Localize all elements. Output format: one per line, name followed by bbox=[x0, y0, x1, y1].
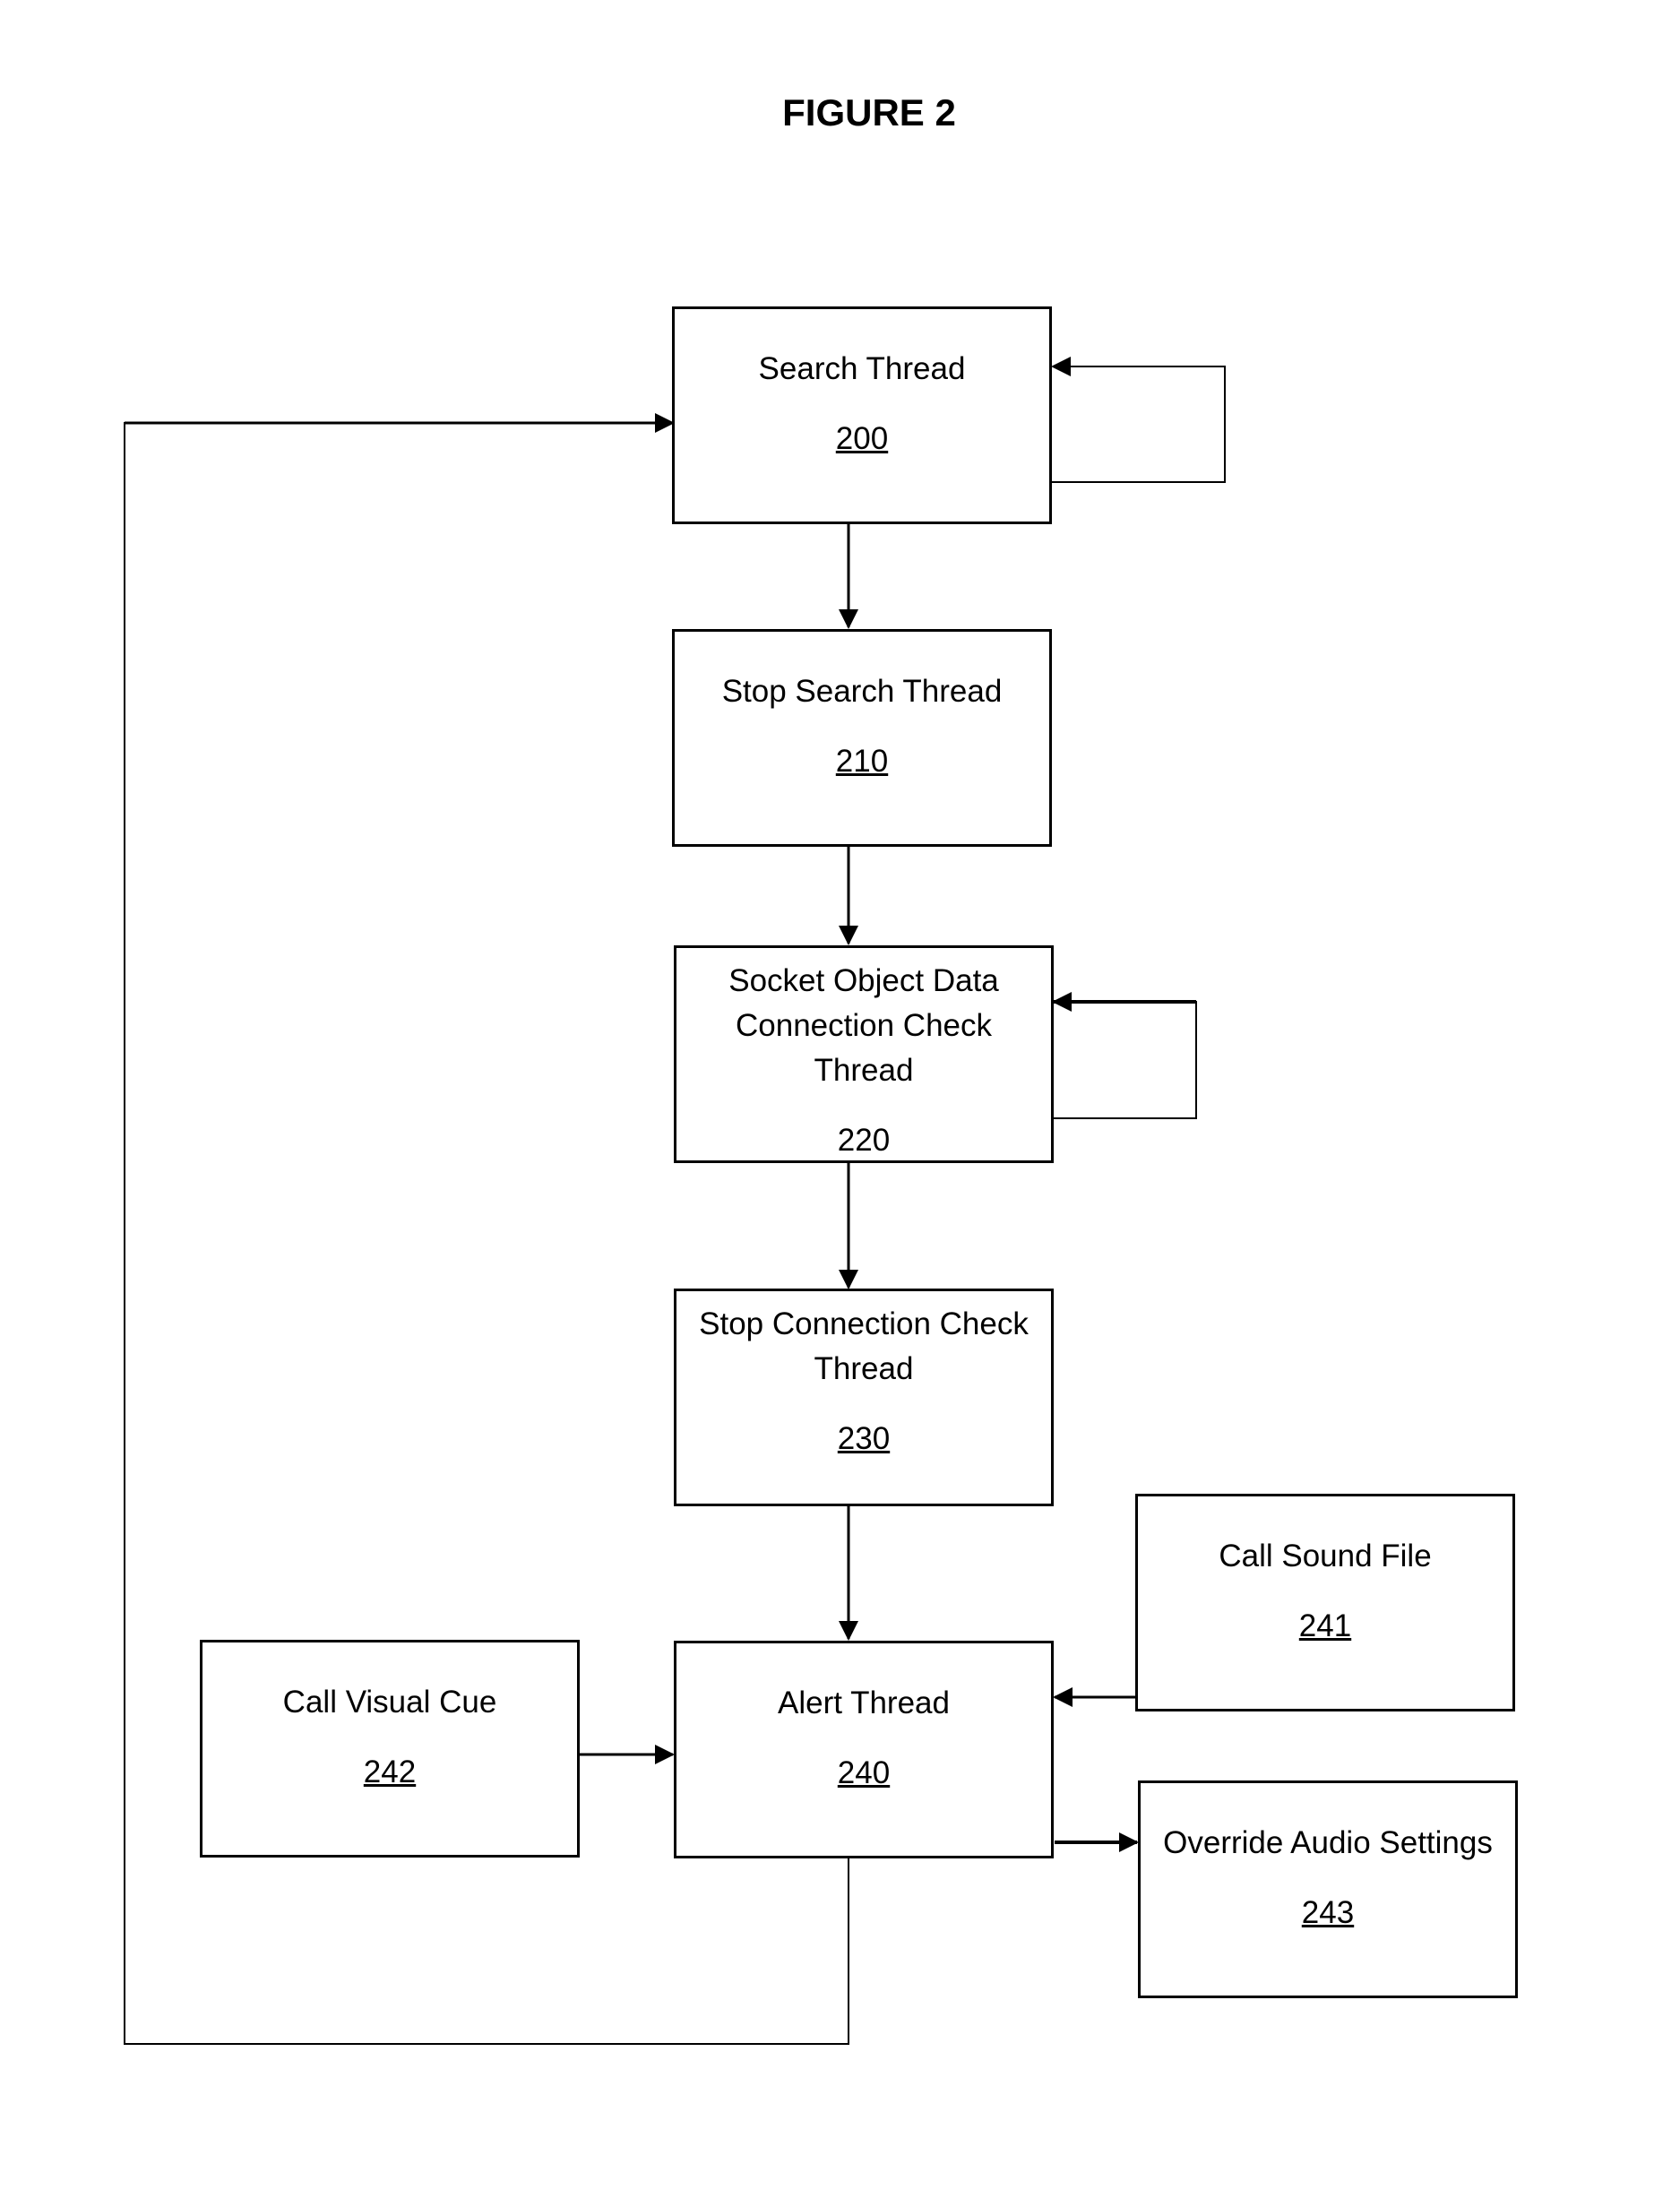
node-call-visual-cue: Call Visual Cue 242 bbox=[200, 1640, 580, 1858]
node-label-line: Connection Check bbox=[736, 1008, 992, 1043]
node-stop-connection-check-thread: Stop Connection Check Thread 230 bbox=[674, 1289, 1054, 1506]
node-alert-thread: Alert Thread 240 bbox=[674, 1641, 1054, 1858]
node-label-line: Socket Object Data bbox=[728, 963, 999, 998]
node-label-line: Thread bbox=[814, 1053, 914, 1088]
node-number: 200 bbox=[835, 421, 889, 456]
self-loop-200 bbox=[1051, 357, 1226, 483]
node-label: Call Sound File bbox=[1219, 1539, 1432, 1573]
node-stop-search-thread: Stop Search Thread 210 bbox=[672, 629, 1052, 847]
node-number: 241 bbox=[1298, 1608, 1352, 1643]
node-number: 220 bbox=[837, 1123, 891, 1158]
self-loop-220 bbox=[1052, 992, 1197, 1119]
node-search-thread: Search Thread 200 bbox=[672, 306, 1052, 524]
node-number: 240 bbox=[837, 1755, 891, 1790]
node-label: Override Audio Settings bbox=[1163, 1825, 1493, 1860]
node-label: Alert Thread bbox=[778, 1685, 950, 1720]
node-number: 210 bbox=[835, 744, 889, 779]
node-label-line: Thread bbox=[814, 1351, 914, 1386]
node-label: Search Thread bbox=[758, 351, 966, 386]
node-label: Call Visual Cue bbox=[282, 1685, 497, 1720]
node-override-audio-settings: Override Audio Settings 243 bbox=[1138, 1780, 1518, 1998]
node-label: Stop Search Thread bbox=[721, 674, 1003, 709]
node-label-line: Stop Connection Check bbox=[699, 1306, 1029, 1341]
node-call-sound-file: Call Sound File 241 bbox=[1135, 1494, 1515, 1711]
node-number: 243 bbox=[1301, 1895, 1355, 1930]
node-number: 230 bbox=[837, 1421, 891, 1456]
node-number: 242 bbox=[363, 1754, 417, 1789]
node-socket-connection-check-thread: Socket Object Data Connection Check Thre… bbox=[674, 945, 1054, 1163]
